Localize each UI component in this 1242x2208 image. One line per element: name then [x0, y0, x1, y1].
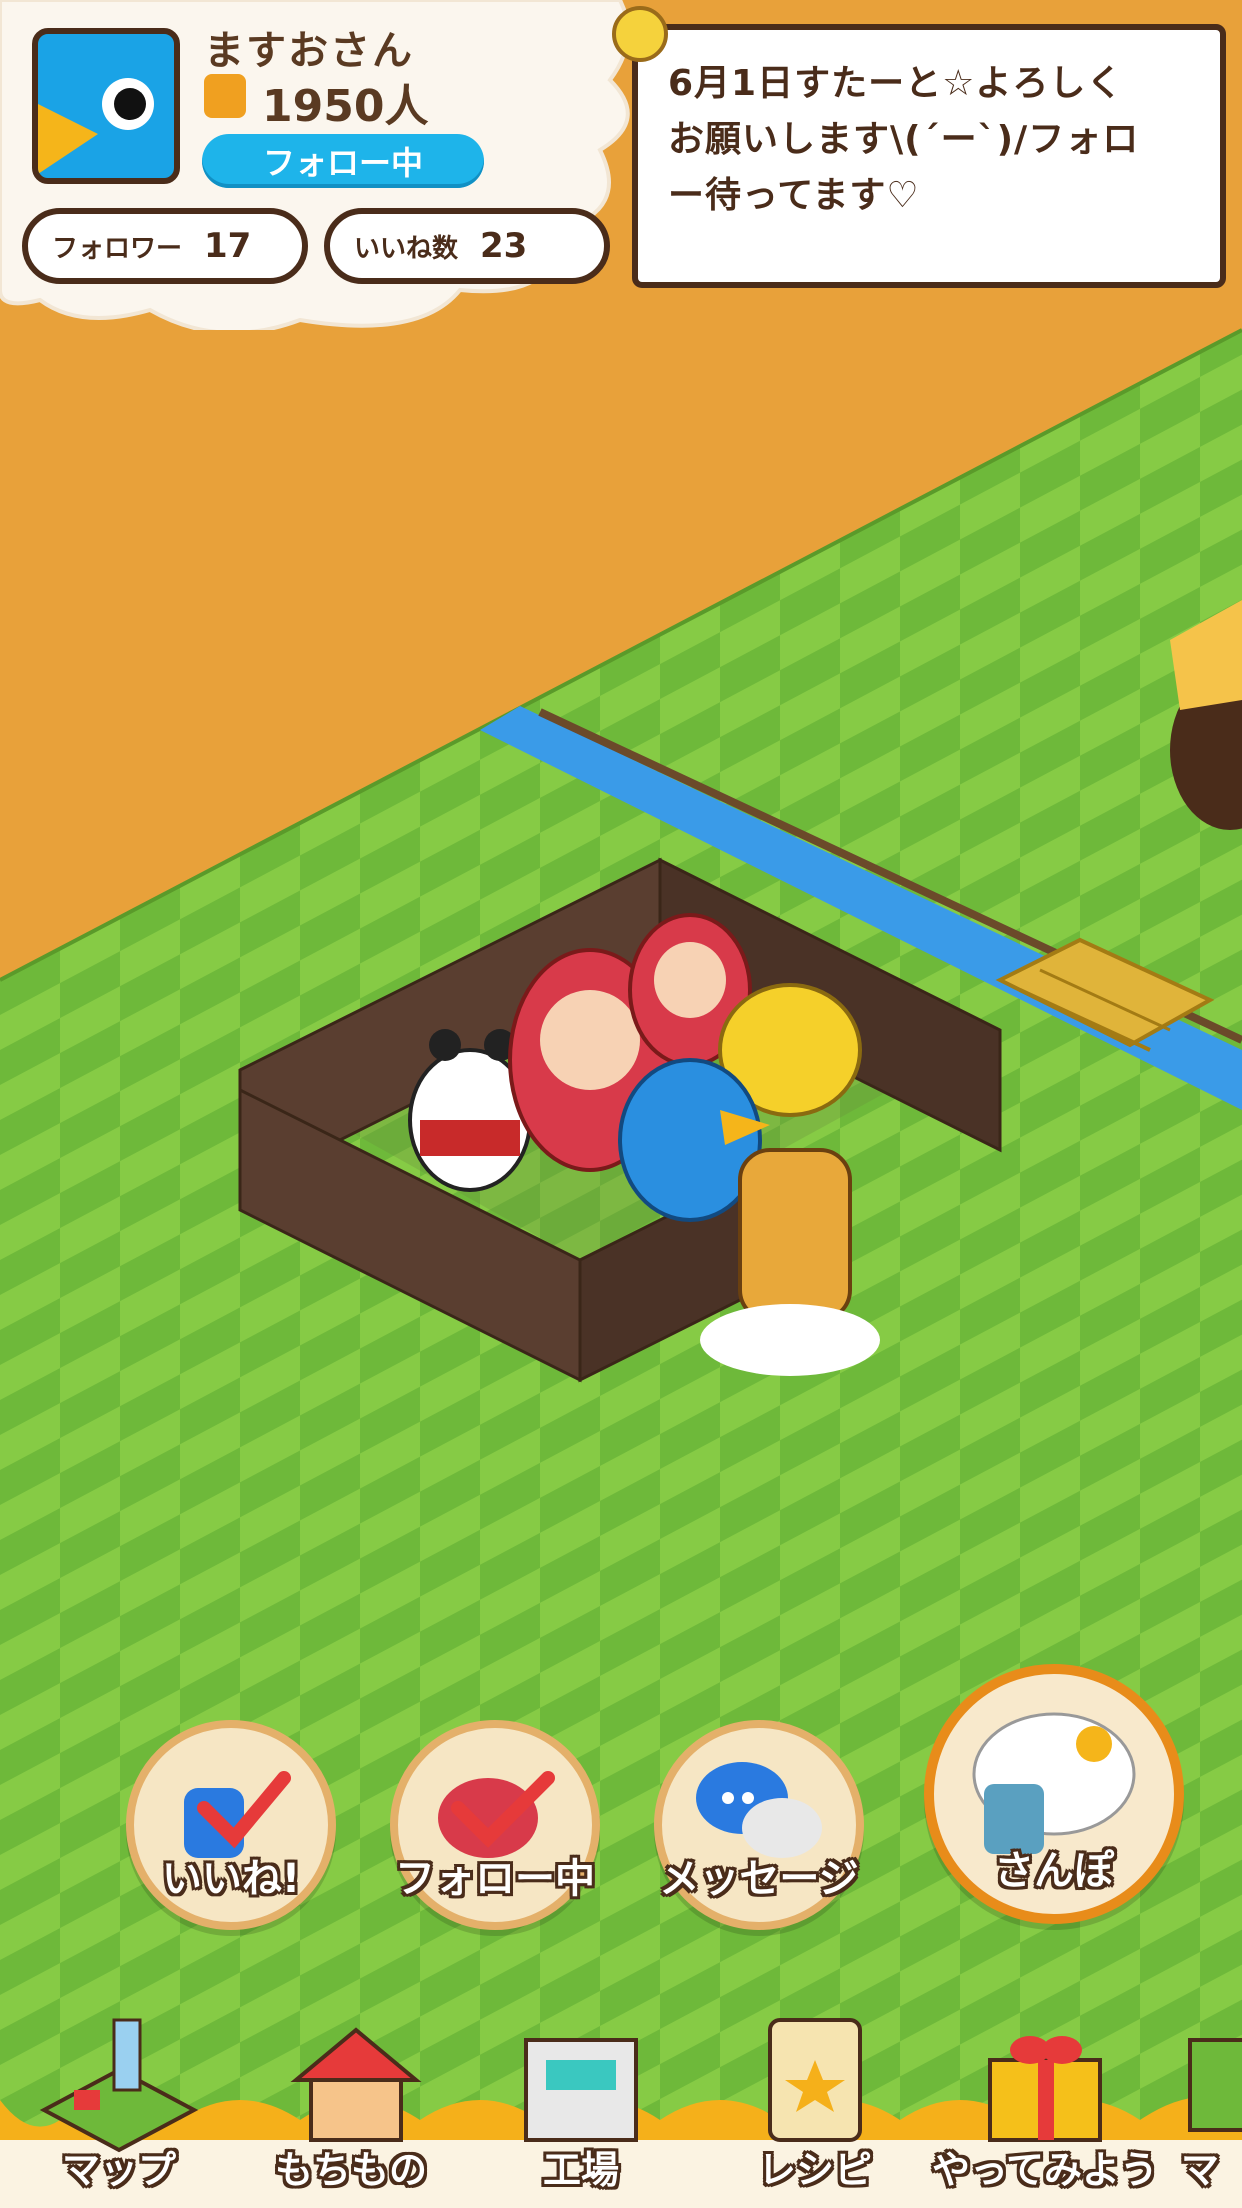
follow-status-badge[interactable]: フォロー中	[202, 134, 484, 188]
profile-card: ますおさん 1950人 フォロー中 フォロワー 17 いいね数 23	[0, 0, 640, 330]
nav-partial-label: マ	[1180, 2148, 1220, 2192]
partial-nav-icon	[1188, 2038, 1242, 2132]
nav-factory-label: 工場	[542, 2148, 620, 2192]
follower-stat-label: フォロワー	[52, 233, 183, 264]
bird-avatar-icon	[38, 78, 154, 174]
nav-map-label: マップ	[61, 2148, 177, 2192]
message-bubble: 6月1日すたーと☆よろしく お願いします\(´ー`)/フォロ ー待ってます♡	[632, 24, 1226, 288]
bottom-nav: マップ もちもの 工場 レシピ やってみよう マ	[0, 2018, 1242, 2208]
person-icon	[204, 74, 246, 118]
nav-map[interactable]: マップ	[24, 2000, 214, 2200]
nav-factory[interactable]: 工場	[486, 2000, 676, 2200]
nav-try-label: やってみよう	[931, 2148, 1159, 2192]
follower-stat-value: 17	[204, 226, 252, 266]
like-button[interactable]: いいね!	[126, 1720, 336, 1930]
nav-items-label: もちもの	[274, 2148, 428, 2192]
recipe-book-icon	[768, 2018, 862, 2142]
nav-partial[interactable]: マ	[1170, 2000, 1242, 2200]
nav-try[interactable]: やってみよう	[932, 2000, 1158, 2200]
smiley-icon	[612, 6, 668, 62]
likes-stat: いいね数 23	[324, 208, 610, 284]
follow-label: フォロー中	[395, 1856, 595, 1902]
gift-box-icon	[988, 2036, 1102, 2142]
factory-icon	[524, 2038, 638, 2142]
nav-recipe[interactable]: レシピ	[720, 2000, 910, 2200]
follower-stat: フォロワー 17	[22, 208, 308, 284]
fox-item	[1170, 600, 1242, 830]
walk-label: さんぽ	[994, 1848, 1114, 1894]
house-icon	[290, 2027, 422, 2142]
follow-button[interactable]: フォロー中	[390, 1720, 600, 1930]
nav-items[interactable]: もちもの	[256, 2000, 446, 2200]
avatar[interactable]	[32, 28, 180, 184]
nav-recipe-label: レシピ	[757, 2148, 873, 2192]
walk-button[interactable]: さんぽ	[924, 1664, 1184, 1924]
user-name: ますおさん	[204, 28, 414, 74]
like-label: いいね!	[161, 1856, 301, 1902]
message-text: 6月1日すたーと☆よろしく お願いします\(´ー`)/フォロ ー待ってます♡	[668, 63, 1140, 216]
likes-stat-label: いいね数	[354, 233, 459, 264]
map-icon	[39, 2018, 199, 2153]
total-followers: 1950人	[262, 81, 429, 132]
likes-stat-value: 23	[480, 226, 528, 266]
message-label: メッセージ	[659, 1856, 859, 1902]
message-button[interactable]: メッセージ	[654, 1720, 864, 1930]
